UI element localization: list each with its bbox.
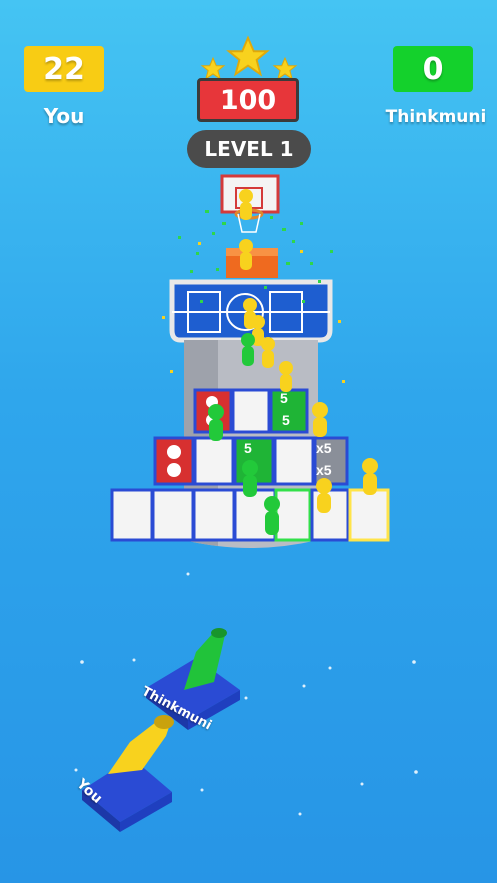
opponent-score: 0 <box>393 46 473 92</box>
tile-label: 5 <box>280 390 288 406</box>
player-name: You <box>43 104 85 128</box>
target-score: 100 <box>197 78 299 122</box>
star-icon <box>226 35 270 77</box>
tile-label: 5 <box>244 440 252 456</box>
player-cannon[interactable] <box>82 715 174 832</box>
level-indicator: LEVEL 1 <box>187 130 311 168</box>
player-score: 22 <box>24 46 104 92</box>
tile-label: x5 <box>316 440 332 456</box>
tile-label: x5 <box>316 462 332 478</box>
tile-label: 5 <box>282 412 290 428</box>
opponent-name: Thinkmuni <box>385 107 487 127</box>
tile-row-1 <box>110 488 390 542</box>
